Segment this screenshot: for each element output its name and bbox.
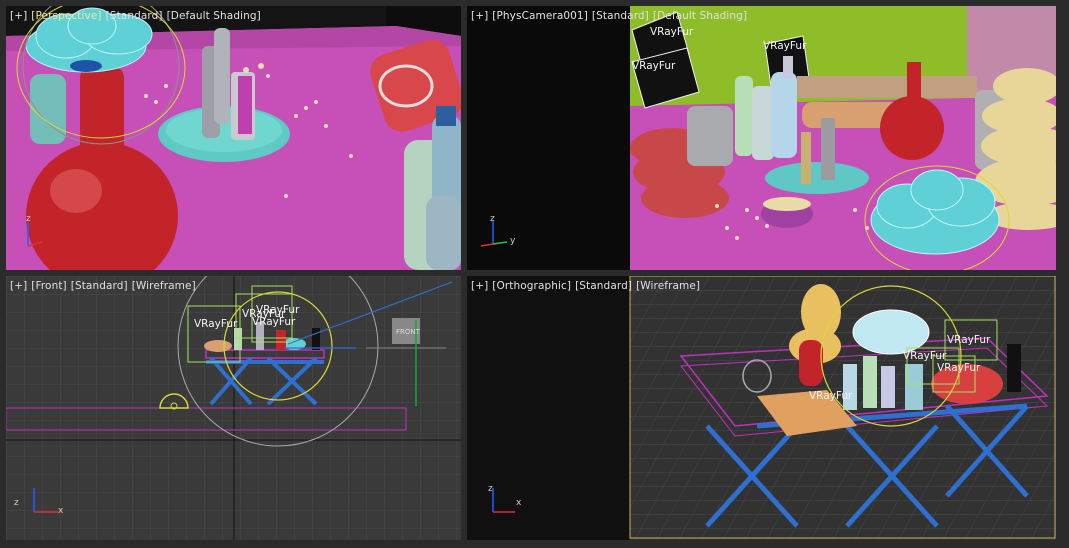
- axis-z-label: z: [14, 498, 19, 508]
- vrayfur-label: VRayFur: [937, 362, 981, 374]
- viewport-label-orthographic[interactable]: [+] [Orthographic] [Standard] [Wireframe]: [471, 280, 704, 292]
- viewport-pov-label[interactable]: [Front]: [31, 280, 66, 292]
- viewport-perspective[interactable]: [+] [Perspective] [Standard] [Default Shadi…: [6, 6, 461, 270]
- axis-z-label: z: [26, 214, 31, 224]
- vrayfur-label: VRayFur: [763, 40, 807, 52]
- viewport-render-mode[interactable]: [Standard]: [106, 10, 163, 22]
- vrayfur-label: VRayFur: [632, 60, 676, 72]
- viewport-label-front[interactable]: [+] [Front] [Standard] [Wireframe]: [10, 280, 200, 292]
- viewport-render-mode[interactable]: [Standard]: [575, 280, 632, 292]
- viewport-shading-mode[interactable]: [Default Shading]: [653, 10, 747, 22]
- viewport-shading-mode[interactable]: [Default Shading]: [167, 10, 261, 22]
- front-scene: [6, 276, 461, 540]
- viewport-shading-mode[interactable]: [Wireframe]: [132, 280, 196, 292]
- perspective-scene: [6, 6, 461, 270]
- viewport-menu-plus[interactable]: [+]: [471, 10, 488, 22]
- axis-x-label: x: [516, 498, 522, 508]
- viewport-shading-mode[interactable]: [Wireframe]: [636, 280, 700, 292]
- axis-x-label: x: [58, 506, 64, 516]
- vrayfur-label: VRayFur: [650, 26, 694, 38]
- object-tag: FRONT: [396, 328, 420, 336]
- viewport-label-camera[interactable]: [+] [PhysCamera001] [Standard] [Default Sha…: [471, 10, 751, 22]
- viewport-orthographic[interactable]: [+] [Orthographic] [Standard] [Wireframe] V…: [467, 276, 1056, 540]
- axis-z-label: z: [490, 214, 495, 224]
- viewport-pov-label[interactable]: [Orthographic]: [492, 280, 571, 292]
- viewport-pov-label[interactable]: [PhysCamera001]: [492, 10, 588, 22]
- viewport-render-mode[interactable]: [Standard]: [592, 10, 649, 22]
- viewport-label-perspective[interactable]: [+] [Perspective] [Standard] [Default Shadi…: [10, 10, 265, 22]
- vrayfur-label: VRayFur: [194, 318, 238, 330]
- orthographic-scene: [467, 276, 1056, 540]
- viewport-menu-plus[interactable]: [+]: [10, 280, 27, 292]
- axis-z-label: z: [488, 484, 493, 494]
- viewport-camera[interactable]: [+] [PhysCamera001] [Standard] [Default Sha…: [467, 6, 1056, 270]
- axis-y-label: y: [510, 236, 516, 246]
- viewport-menu-plus[interactable]: [+]: [471, 280, 488, 292]
- viewport-render-mode[interactable]: [Standard]: [71, 280, 128, 292]
- vrayfur-label: VRayFur: [256, 304, 300, 316]
- vrayfur-label: VRayFur: [947, 334, 991, 346]
- viewport-menu-plus[interactable]: [+]: [10, 10, 27, 22]
- vrayfur-label: VRayFur: [252, 316, 296, 328]
- vrayfur-label: VRayFur: [809, 390, 853, 402]
- viewport-front[interactable]: [+] [Front] [Standard] [Wireframe] VRayFur …: [6, 276, 461, 540]
- camera-scene: [467, 6, 1056, 270]
- viewport-pov-label[interactable]: [Perspective]: [31, 10, 101, 22]
- vrayfur-label: VRayFur: [903, 350, 947, 362]
